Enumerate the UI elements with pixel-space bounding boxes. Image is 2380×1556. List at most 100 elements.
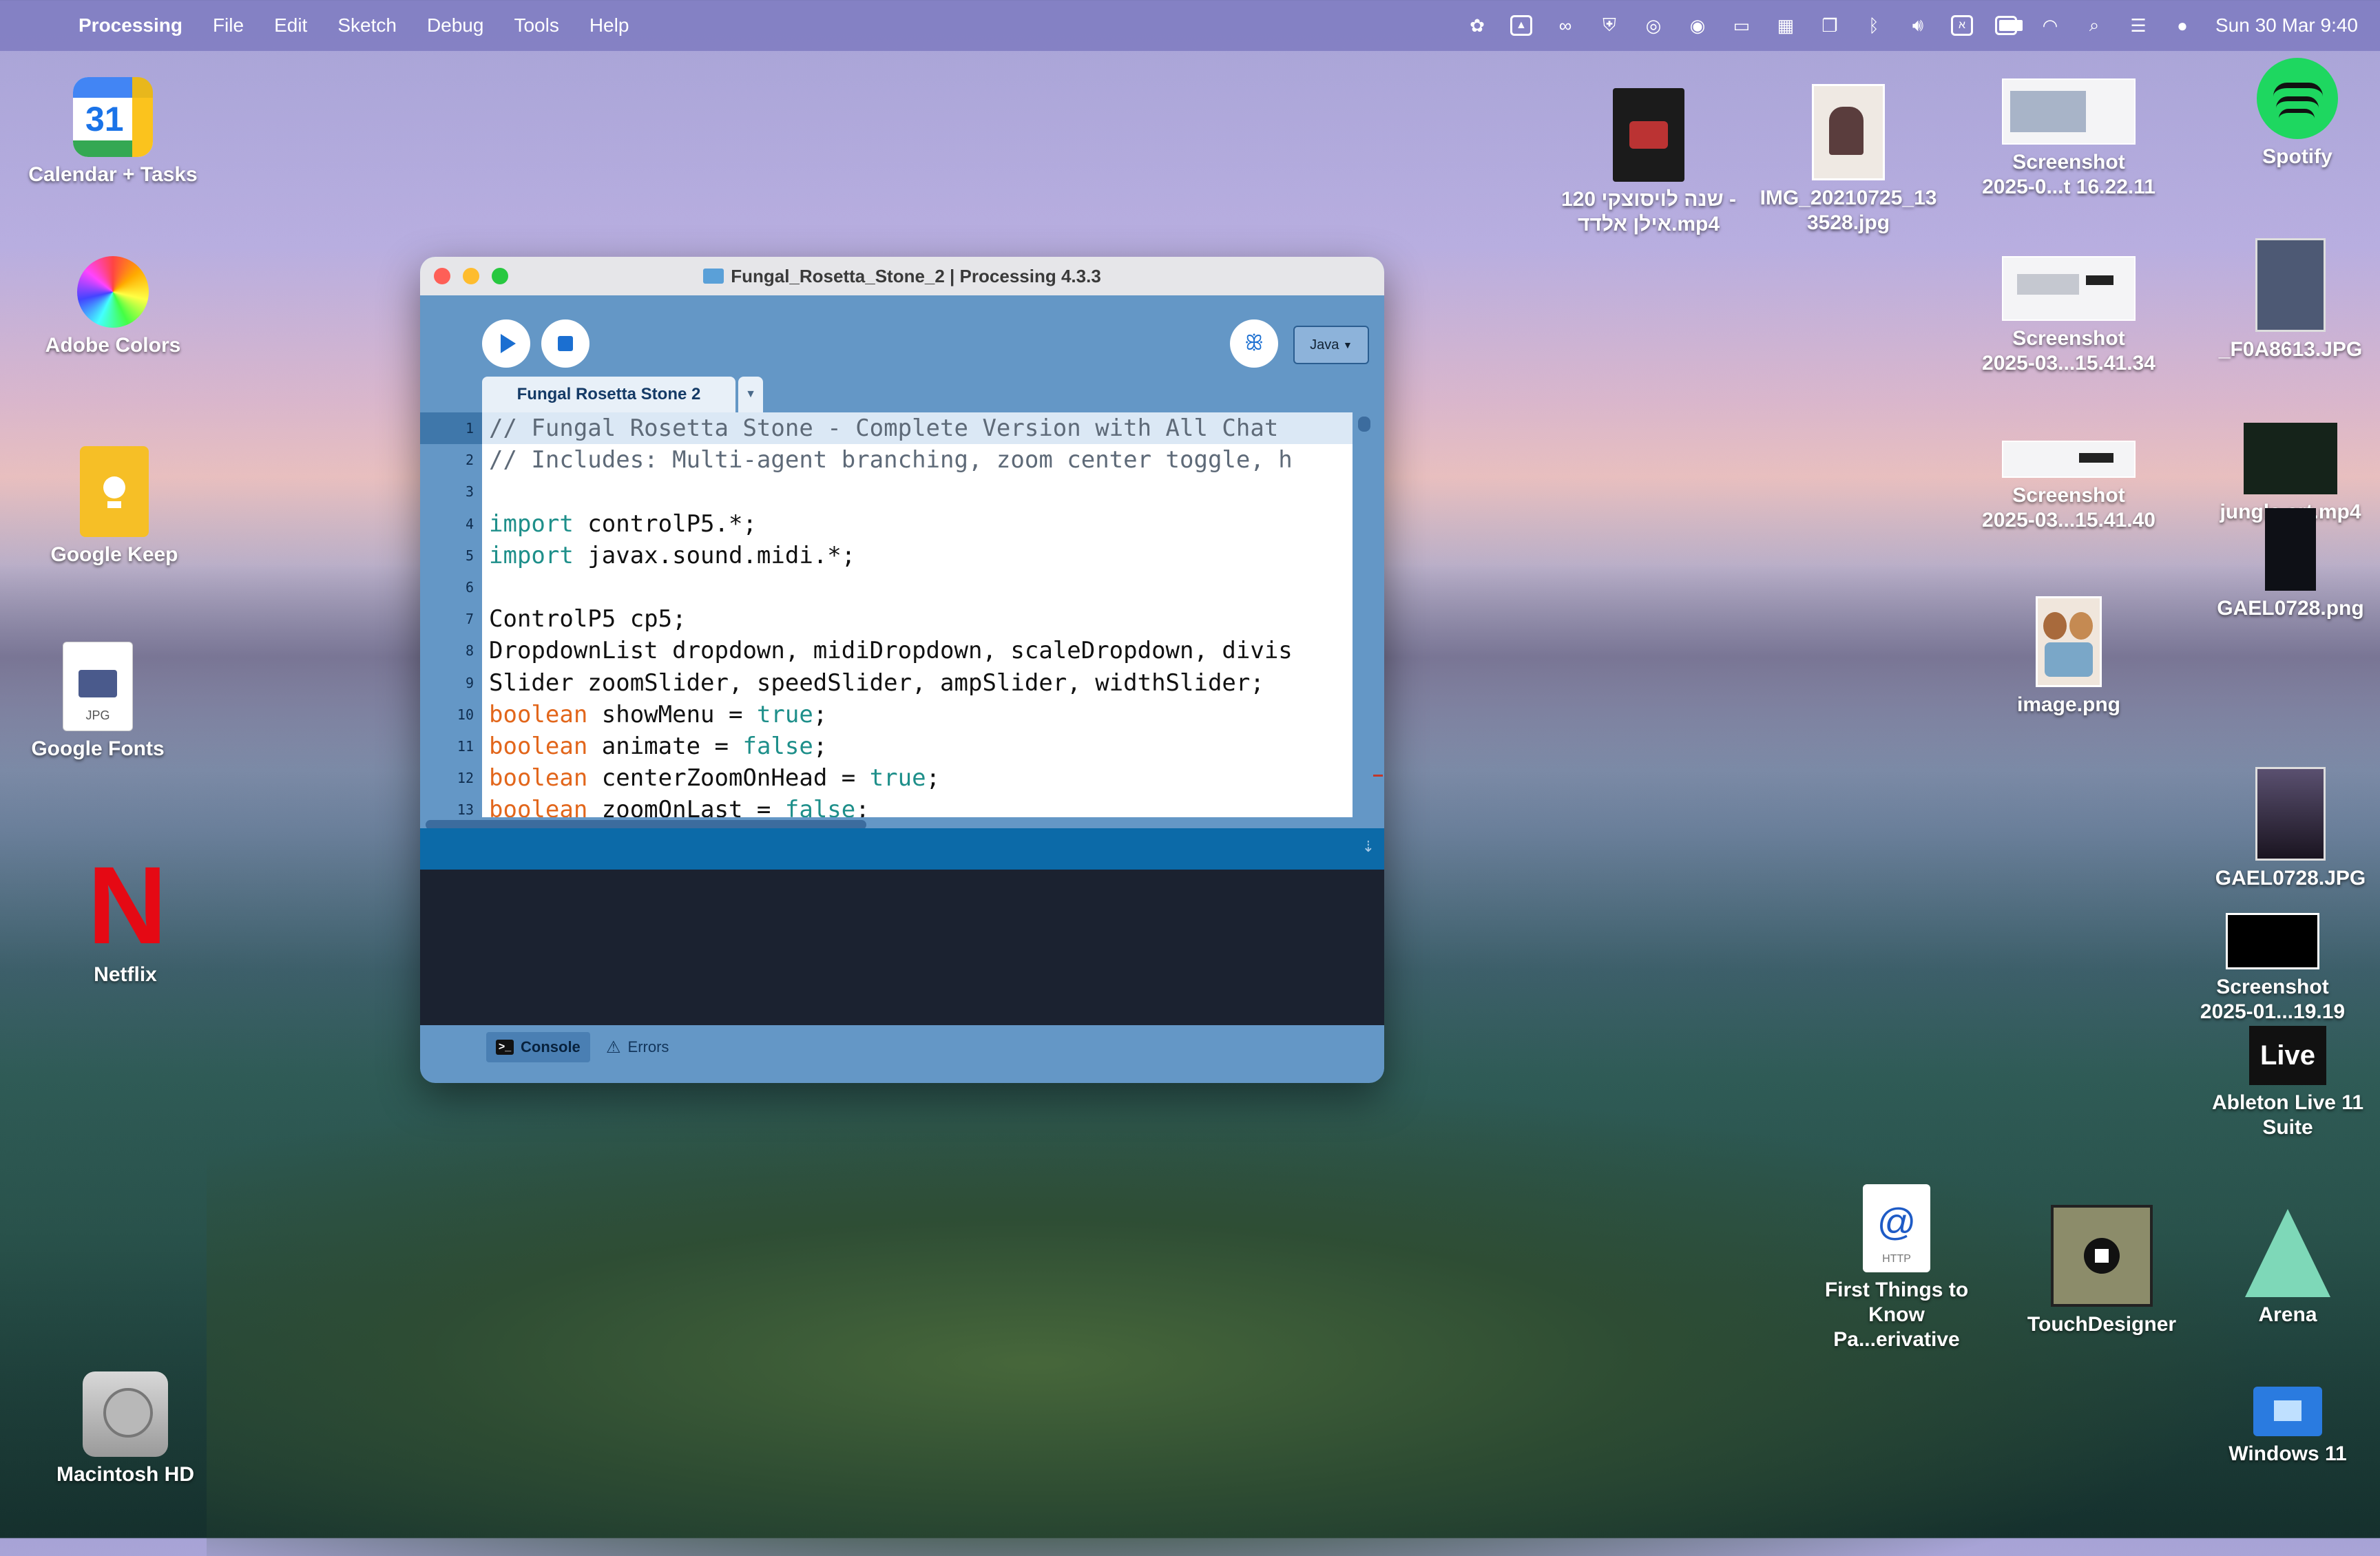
desktop-icon-screenshot-1[interactable]: Screenshot 2025-0...t 16.22.11 — [1979, 78, 2158, 200]
desktop-icon-macintosh-hd[interactable]: Macintosh HD — [36, 1371, 215, 1487]
code-line[interactable]: boolean centerZoomOnHead = true; — [482, 762, 1353, 794]
code-token: import — [489, 541, 574, 569]
code-token: ; — [813, 732, 828, 760]
mode-selector[interactable]: Java ▼ — [1293, 326, 1369, 364]
code-line[interactable]: // Fungal Rosetta Stone - Complete Versi… — [482, 412, 1353, 445]
desktop-icon-image-png[interactable]: image.png — [1979, 596, 2158, 717]
desktop-icon-ableton[interactable]: Live Ableton Live 11 Suite — [2198, 1026, 2377, 1140]
menu-help[interactable]: Help — [589, 14, 629, 36]
code-line[interactable] — [482, 476, 1353, 507]
desktop-icon-video-1[interactable]: 120 שנה לויסוצקי - אילן אלדד.mp4 — [1559, 88, 1738, 237]
code-line[interactable]: ControlP5 cp5; — [482, 603, 1353, 635]
desktop-icon-touchdesigner[interactable]: TouchDesigner — [2012, 1205, 2191, 1337]
desktop-icon-google-fonts[interactable]: JPG Google Fonts — [8, 642, 187, 761]
code-token: zoomOnLast = — [587, 796, 785, 817]
menubar-clock[interactable]: Sun 30 Mar 9:40 — [2215, 14, 2358, 36]
collapse-console-icon[interactable]: ⇣ — [1362, 838, 1375, 856]
error-marker[interactable] — [1373, 775, 1383, 777]
desktop-icon-windows-11[interactable]: Windows 11 — [2198, 1387, 2377, 1466]
desktop-icon-screenshot-2[interactable]: Screenshot 2025-03...15.41.34 — [1979, 256, 2158, 376]
console-tab-bar: >_ Console ⚠ Errors — [420, 1025, 1384, 1069]
control-grid-icon[interactable]: ▦ — [1775, 14, 1797, 36]
bluetooth-icon[interactable]: ᛒ — [1863, 14, 1885, 36]
code-line[interactable]: boolean zoomOnLast = false; — [482, 794, 1353, 817]
editor-toolbar: ꕥ Java ▼ — [420, 295, 1384, 371]
code-line[interactable]: import controlP5.*; — [482, 508, 1353, 540]
menu-tools[interactable]: Tools — [514, 14, 559, 36]
desktop-icon-f0a8613[interactable]: _F0A8613.JPG — [2201, 238, 2380, 362]
airdrop-icon[interactable]: ◉ — [1687, 14, 1709, 36]
desktop-icon-img-2021[interactable]: IMG_20210725_13 3528.jpg — [1759, 84, 1938, 235]
code-token: // Fungal Rosetta Stone - Complete Versi… — [489, 414, 1279, 442]
warning-icon: ⚠ — [606, 1038, 621, 1057]
window-stack-icon[interactable]: ❐ — [1819, 14, 1841, 36]
tab-menu-arrow-icon[interactable]: ▼ — [738, 377, 763, 412]
tab-fungal-rosetta-stone-2[interactable]: Fungal Rosetta Stone 2 — [482, 377, 735, 412]
vertical-scrollbar[interactable] — [1353, 412, 1384, 828]
window-title: Fungal_Rosetta_Stone_2 | Processing 4.3.… — [420, 266, 1384, 287]
control-center-icon[interactable]: ☰ — [2127, 14, 2149, 36]
desktop-icon-google-keep[interactable]: Google Keep — [25, 446, 204, 567]
desktop-icon-spotify[interactable]: Spotify — [2208, 58, 2380, 169]
code-token: javax.sound.midi.*; — [573, 541, 856, 569]
code-token: ; — [855, 796, 870, 817]
desktop-label-windows-11: Windows 11 — [2228, 1442, 2347, 1465]
desktop-icon-screenshot-4[interactable]: Screenshot 2025-01...19.19 — [2183, 913, 2362, 1024]
mode-label: Java — [1310, 337, 1339, 353]
desktop-label-first-things-line1: First Things to — [1824, 1279, 1969, 1301]
desktop-icon-first-things[interactable]: @ HTTP First Things to Know Pa...erivati… — [1807, 1184, 1986, 1352]
desktop-icon-adobe-colors[interactable]: Adobe Colors — [23, 256, 202, 358]
arena-icon — [2245, 1209, 2330, 1297]
tab-errors[interactable]: ⚠ Errors — [606, 1032, 669, 1062]
code-line[interactable]: import javax.sound.midi.*; — [482, 540, 1353, 571]
code-text-area[interactable]: // Fungal Rosetta Stone - Complete Versi… — [482, 412, 1353, 817]
code-line[interactable] — [482, 571, 1353, 603]
desktop-icon-screenshot-3[interactable]: Screenshot 2025-03...15.41.40 — [1979, 441, 2158, 533]
spotlight-search-icon[interactable]: ⌕ — [2083, 14, 2105, 36]
vertical-scroll-thumb[interactable] — [1358, 417, 1370, 432]
photo-thumbnail — [2265, 508, 2316, 591]
desktop-label-screenshot-1-line2: 2025-0...t 16.22.11 — [1982, 176, 2155, 198]
windows-icon — [2253, 1387, 2322, 1436]
menu-file[interactable]: File — [213, 14, 244, 36]
desktop-icon-netflix[interactable]: N Netflix — [36, 850, 215, 987]
display-icon[interactable]: ▭ — [1731, 14, 1753, 36]
desktop-icon-gael-png[interactable]: GAEL0728.png — [2201, 508, 2380, 621]
shield-icon[interactable]: ⛨ — [1598, 14, 1620, 36]
code-line[interactable]: Slider zoomSlider, speedSlider, ampSlide… — [482, 667, 1353, 699]
desktop-icon-calendar[interactable]: 31 Calendar + Tasks — [23, 77, 202, 187]
file-icon: JPG — [63, 642, 133, 731]
battery-icon[interactable] — [1994, 14, 2023, 36]
code-token: true — [869, 764, 926, 792]
wifi-icon[interactable]: ◠ — [2039, 14, 2061, 36]
creative-cloud-icon[interactable]: ∞ — [1554, 14, 1576, 36]
desktop-label-first-things-line2: Know Pa...erivative — [1833, 1303, 1960, 1351]
shazam-icon[interactable]: ◎ — [1642, 14, 1664, 36]
menu-edit[interactable]: Edit — [274, 14, 307, 36]
window-titlebar[interactable]: Fungal_Rosetta_Stone_2 | Processing 4.3.… — [420, 257, 1384, 295]
chatgpt-icon[interactable]: ✿ — [1466, 14, 1488, 36]
volume-icon[interactable]: 🔊︎ — [1907, 14, 1929, 36]
desktop-label-spotify: Spotify — [2262, 145, 2332, 168]
tab-console[interactable]: >_ Console — [486, 1032, 590, 1062]
input-source-icon[interactable]: א — [1950, 15, 1973, 36]
stop-button[interactable] — [541, 319, 589, 368]
code-line[interactable]: // Includes: Multi-agent branching, zoom… — [482, 444, 1353, 476]
desktop-label-gael-png: GAEL0728.png — [2217, 597, 2364, 620]
run-button[interactable] — [482, 319, 530, 368]
siri-icon[interactable]: ● — [2171, 14, 2193, 36]
code-line[interactable]: DropdownList dropdown, midiDropdown, sca… — [482, 635, 1353, 666]
code-line[interactable]: boolean showMenu = true; — [482, 699, 1353, 730]
code-token: boolean — [489, 796, 588, 817]
video-thumbnail — [2244, 423, 2337, 494]
desktop-icon-gael-jpg[interactable]: GAEL0728.JPG — [2201, 767, 2380, 891]
debugger-button[interactable]: ꕥ — [1230, 319, 1278, 368]
menu-app-name[interactable]: Processing — [79, 14, 182, 36]
code-line[interactable]: boolean animate = false; — [482, 730, 1353, 762]
menu-sketch[interactable]: Sketch — [337, 14, 397, 36]
drive-icon[interactable]: ▲ — [1510, 15, 1532, 36]
desktop-label-video-1-line2: אילן אלדד.mp4 — [1577, 213, 1720, 235]
menu-debug[interactable]: Debug — [427, 14, 484, 36]
desktop-icon-arena[interactable]: Arena — [2198, 1209, 2377, 1327]
console-output[interactable] — [420, 870, 1384, 1025]
